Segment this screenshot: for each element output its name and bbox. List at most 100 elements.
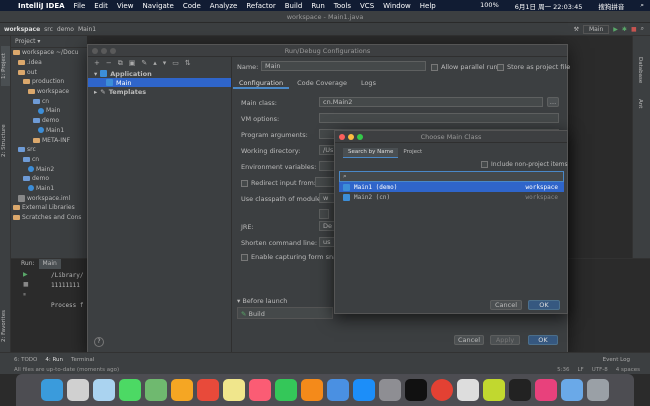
pages-icon[interactable] <box>327 379 349 401</box>
tree-main[interactable]: Main <box>88 78 231 87</box>
store-project-checkbox[interactable]: Store as project file <box>497 63 570 71</box>
cancel-button[interactable]: Cancel <box>454 335 484 345</box>
chooser-cancel-button[interactable]: Cancel <box>490 300 522 310</box>
redirect-checkbox[interactable]: Redirect input from: <box>241 179 316 187</box>
tree-item[interactable]: META-INF <box>13 135 87 145</box>
tree-item[interactable]: cn <box>13 96 87 106</box>
file-encoding[interactable]: UTF-8 <box>592 366 608 374</box>
menu-analyze[interactable]: Analyze <box>210 2 238 10</box>
run-config-select[interactable]: Main <box>582 24 610 34</box>
list-item[interactable]: Main2 (cn) workspace <box>339 192 564 202</box>
menu-run[interactable]: Run <box>311 2 324 10</box>
menu-code[interactable]: Code <box>183 2 201 10</box>
terminal-tab[interactable]: Terminal <box>71 357 94 363</box>
tool-tab-favorites[interactable]: 2: Favorites <box>1 304 10 348</box>
menu-window[interactable]: Window <box>383 2 411 10</box>
name-input[interactable]: Main <box>261 61 426 71</box>
tab-logs[interactable]: Logs <box>355 78 382 89</box>
breadcrumb-workspace[interactable]: workspace <box>4 26 40 33</box>
photos-icon[interactable] <box>171 379 193 401</box>
maps-icon[interactable] <box>145 379 167 401</box>
tree-item[interactable]: workspace ~/Docu <box>13 48 87 58</box>
project-panel-header[interactable]: Project ▾ <box>11 36 87 48</box>
trash-icon[interactable] <box>587 379 609 401</box>
remove-config-icon[interactable]: − <box>106 59 112 67</box>
safari-icon[interactable] <box>93 379 115 401</box>
wrench-icon[interactable]: ✎ <box>141 59 147 67</box>
capture-checkbox[interactable]: Enable capturing form snap <box>241 253 341 261</box>
tab-code-coverage[interactable]: Code Coverage <box>291 78 353 89</box>
pause-icon[interactable]: ⏸ <box>23 291 33 299</box>
cursor-position[interactable]: 5:36 <box>557 366 569 374</box>
tree-item[interactable]: cn <box>13 155 87 165</box>
tree-item[interactable]: demo <box>13 116 87 126</box>
close-window-icon[interactable] <box>92 48 98 54</box>
sort-icon[interactable]: ⇅ <box>185 59 191 67</box>
spotlight-icon[interactable]: ⌕ <box>640 1 644 11</box>
music-icon[interactable] <box>249 379 271 401</box>
menu-build[interactable]: Build <box>285 2 303 10</box>
intellij-icon[interactable] <box>535 379 557 401</box>
qq-icon[interactable] <box>405 379 427 401</box>
tree-item[interactable]: workspace <box>13 87 87 97</box>
allow-parallel-checkbox[interactable]: Allow parallel run <box>431 63 498 71</box>
tool-tab-structure[interactable]: 2: Structure <box>1 116 10 166</box>
tab-search-by-name[interactable]: Search by Name <box>343 148 399 158</box>
tree-item[interactable]: External Libraries <box>13 203 87 213</box>
move-up-icon[interactable]: ▴ <box>153 59 157 67</box>
minimize-window-icon[interactable] <box>101 48 107 54</box>
hammer-icon[interactable]: ⚒ <box>574 26 579 33</box>
run-tool-tab[interactable]: 4: Run <box>45 357 63 363</box>
build-task[interactable]: ✎ Build <box>241 310 265 318</box>
pycharm-icon[interactable] <box>483 379 505 401</box>
tree-item[interactable]: out <box>13 67 87 77</box>
main-class-input[interactable]: cn.Main2 <box>319 97 543 107</box>
tree-item[interactable]: src <box>13 145 87 155</box>
tree-item[interactable]: production <box>13 77 87 87</box>
before-launch-section[interactable]: ▾ Before launch <box>237 297 287 305</box>
include-deps-checkbox[interactable] <box>319 209 329 219</box>
calendar-icon[interactable] <box>197 379 219 401</box>
indent-setting[interactable]: 4 spaces <box>616 366 650 374</box>
list-item[interactable]: Main1 (demo) workspace <box>339 182 564 192</box>
tree-item[interactable]: Main1 <box>13 184 87 194</box>
menu-vcs[interactable]: VCS <box>360 2 374 10</box>
menu-tools[interactable]: Tools <box>334 2 351 10</box>
run-icon[interactable]: ▶ <box>613 26 618 33</box>
tab-project[interactable]: Project <box>398 148 427 158</box>
stop-run-icon[interactable]: ■ <box>23 281 33 288</box>
downloads-folder-icon[interactable] <box>561 379 583 401</box>
search-everywhere-icon[interactable]: ⌕ <box>641 25 650 33</box>
numbers-icon[interactable] <box>275 379 297 401</box>
event-log-tab[interactable]: Event Log <box>603 357 650 363</box>
tree-item[interactable]: workspace.iml <box>13 193 87 203</box>
app-store-icon[interactable] <box>353 379 375 401</box>
minimize-window-icon[interactable] <box>348 134 354 140</box>
chrome-icon[interactable] <box>431 379 453 401</box>
keynote-icon[interactable] <box>301 379 323 401</box>
battery-text[interactable]: 100% <box>480 1 499 11</box>
chooser-ok-button[interactable]: OK <box>528 300 560 310</box>
stop-icon[interactable]: ■ <box>631 26 637 33</box>
save-config-icon[interactable]: ▣ <box>129 59 136 67</box>
input-method-text[interactable]: 搜狗拼音 <box>598 1 624 11</box>
line-separator[interactable]: LF <box>577 366 583 374</box>
ok-button[interactable]: OK <box>528 335 558 345</box>
typora-icon[interactable] <box>457 379 479 401</box>
tree-item[interactable]: .idea <box>13 58 87 68</box>
class-search-input[interactable]: ⌕ <box>339 171 564 182</box>
tool-tab-ant[interactable]: Ant <box>634 96 643 112</box>
breadcrumb-src[interactable]: src <box>44 26 53 33</box>
menubar-app-name[interactable]: IntelliJ IDEA <box>18 2 65 10</box>
help-button[interactable]: ? <box>94 337 104 347</box>
zoom-window-icon[interactable] <box>110 48 116 54</box>
tool-tab-database[interactable]: Database <box>634 50 643 90</box>
vm-options-input[interactable] <box>319 113 559 123</box>
redirect-input[interactable] <box>315 177 335 187</box>
breadcrumb-demo[interactable]: demo <box>57 26 74 33</box>
tree-application[interactable]: ▾ Application <box>88 69 231 78</box>
system-preferences-icon[interactable] <box>379 379 401 401</box>
tree-templates[interactable]: ▸ ✎ Templates <box>88 87 231 96</box>
menu-help[interactable]: Help <box>420 2 436 10</box>
add-config-icon[interactable]: + <box>94 59 100 67</box>
